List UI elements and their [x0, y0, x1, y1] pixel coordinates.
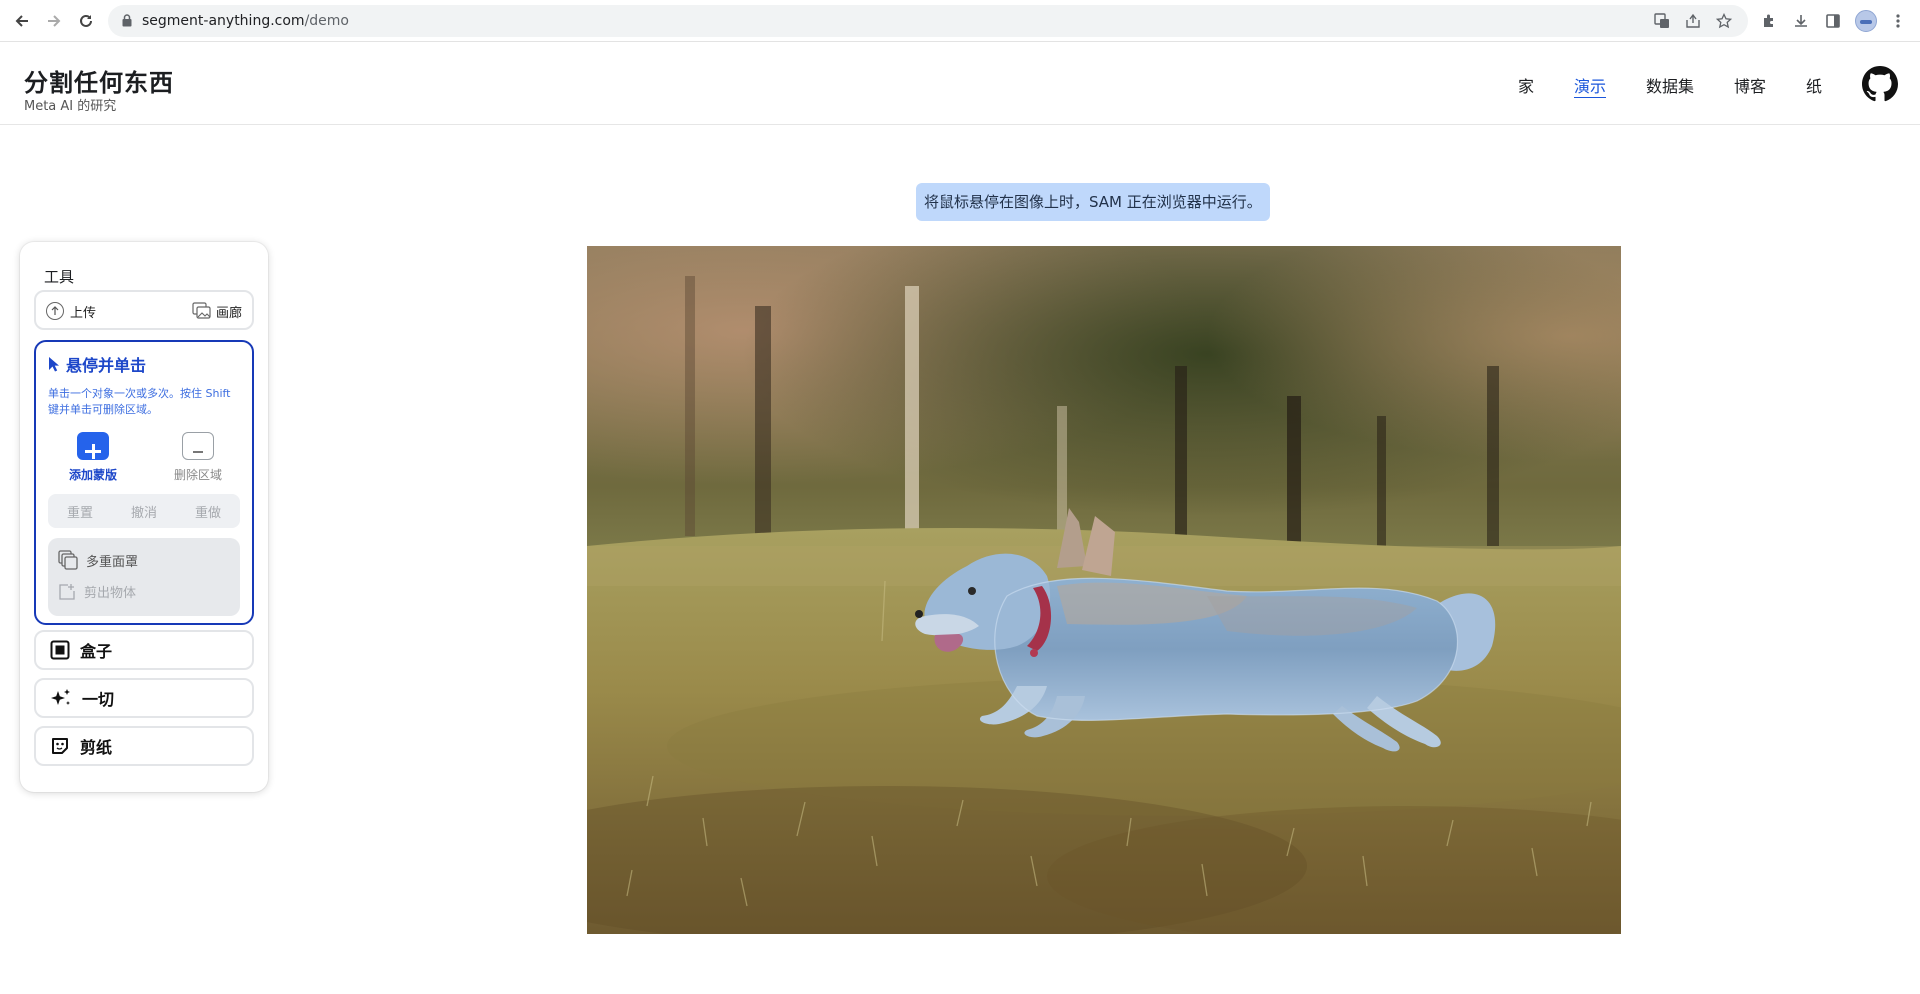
remove-area-label: 删除区域	[173, 468, 222, 482]
gallery-button[interactable]: 画廊	[192, 301, 242, 321]
corgi-photo	[587, 246, 1621, 934]
download-icon[interactable]	[1790, 10, 1812, 32]
cutouts-label: 剪纸	[80, 738, 113, 757]
box-icon	[50, 640, 70, 660]
site-title[interactable]: 分割任何东西	[24, 63, 174, 98]
menu-kebab-icon[interactable]	[1887, 10, 1909, 32]
multi-mask-box: 多重面罩 剪出物体	[48, 538, 240, 616]
hover-click-description: 单击一个对象一次或多次。按住 Shift 键并单击可删除区域。	[48, 387, 231, 416]
cutouts-tool[interactable]: 剪纸	[34, 726, 254, 766]
nav-blog[interactable]: 博客	[1734, 73, 1766, 97]
profile-avatar[interactable]	[1855, 10, 1877, 32]
gallery-icon	[192, 302, 211, 319]
reset-button[interactable]: 重置	[67, 502, 93, 521]
nav-paper[interactable]: 纸	[1806, 73, 1822, 97]
reload-icon[interactable]	[74, 9, 98, 33]
nav-home[interactable]: 家	[1518, 73, 1534, 97]
upload-button[interactable]: 上传	[46, 301, 96, 321]
tools-heading: 工具	[44, 268, 75, 286]
site-subtitle: Meta AI 的研究	[24, 99, 117, 114]
multi-mask-icon	[58, 550, 78, 570]
hover-click-tool[interactable]: 悬停并单击 单击一个对象一次或多次。按住 Shift 键并单击可删除区域。 添加…	[34, 340, 254, 625]
remove-area-button[interactable]	[182, 432, 214, 460]
sparkle-icon	[51, 689, 70, 705]
share-icon[interactable]	[1684, 12, 1702, 30]
redo-button[interactable]: 重做	[195, 502, 221, 521]
box-tool[interactable]: 盒子	[34, 630, 254, 670]
url-text: segment-anything.com/demo	[142, 13, 349, 29]
cut-out-option[interactable]: 剪出物体	[58, 582, 136, 601]
site-header: 分割任何东西 Meta AI 的研究 家 演示 数据集 博客 纸	[0, 43, 1920, 125]
cut-out-icon	[59, 583, 75, 600]
sticker-icon	[52, 738, 68, 754]
box-label: 盒子	[80, 642, 113, 661]
back-icon[interactable]	[10, 9, 34, 33]
nav-dataset[interactable]: 数据集	[1646, 73, 1694, 97]
everything-tool[interactable]: 一切	[34, 678, 254, 718]
upload-gallery-row: 上传 画廊	[34, 290, 254, 330]
tool-panel: 工具 上传 画廊 悬停并单击 单击一个对象一次或多次。按住 Shift 键并单击…	[20, 242, 268, 792]
everything-label: 一切	[82, 690, 115, 709]
sidepanel-icon[interactable]	[1822, 10, 1844, 32]
forward-icon[interactable]	[42, 9, 66, 33]
upload-label: 上传	[70, 305, 97, 321]
cursor-icon	[49, 357, 59, 372]
multi-mask-option[interactable]: 多重面罩	[58, 550, 138, 570]
hover-click-title: 悬停并单击	[48, 352, 146, 376]
add-mask-button[interactable]	[77, 432, 109, 460]
nav-demo[interactable]: 演示	[1574, 73, 1606, 97]
gallery-label: 画廊	[215, 305, 242, 321]
hover-hint: 将鼠标悬停在图像上时，SAM 正在浏览器中运行。	[916, 183, 1270, 221]
address-bar[interactable]: segment-anything.com/demo	[108, 5, 1748, 37]
history-actions: 重置 撤消 重做	[48, 494, 240, 528]
demo-image-canvas[interactable]	[587, 246, 1621, 934]
github-icon[interactable]	[1862, 66, 1898, 102]
undo-button[interactable]: 撤消	[131, 502, 157, 521]
star-icon[interactable]	[1715, 12, 1733, 30]
add-mask-label: 添加蒙版	[68, 468, 117, 482]
lock-icon	[122, 14, 132, 27]
translate-icon[interactable]	[1653, 12, 1671, 30]
browser-toolbar: segment-anything.com/demo	[0, 0, 1920, 42]
upload-icon	[46, 302, 64, 320]
extensions-icon[interactable]	[1758, 10, 1780, 32]
